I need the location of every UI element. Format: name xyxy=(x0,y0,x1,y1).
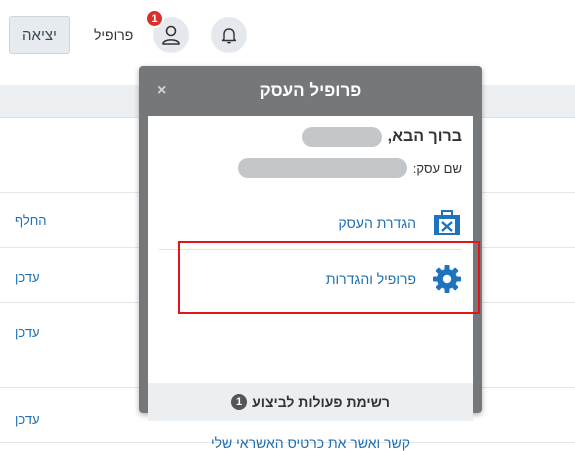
close-icon[interactable]: × xyxy=(157,82,166,100)
menu-item-profile-settings[interactable]: פרופיל והגדרות xyxy=(159,252,462,306)
row-action-link[interactable]: עדכן xyxy=(15,270,40,285)
bell-icon-glyph xyxy=(221,28,237,44)
profile-label[interactable]: פרופיל xyxy=(94,27,133,43)
notification-badge: 1 xyxy=(145,9,164,28)
menu-item-label: פרופיל והגדרות xyxy=(325,271,416,287)
business-profile-popup: פרופיל העסק × ברוך הבא, שם עסק: הגדרת הע… xyxy=(139,66,482,451)
tasks-heading: רשימת פעולות לביצוע 1 xyxy=(148,383,473,421)
menu-item-business-settings[interactable]: הגדרת העסק xyxy=(159,196,462,250)
redacted-user-name xyxy=(301,127,382,147)
business-name-line: שם עסק: xyxy=(237,158,462,178)
row-action-link[interactable]: עדכן xyxy=(15,412,40,427)
user-icon-glyph xyxy=(162,25,180,45)
task-link-credit-card[interactable]: קשר ואשר את כרטיס האשראי שלי xyxy=(148,421,473,451)
redacted-business-name xyxy=(237,158,407,178)
bell-icon[interactable] xyxy=(211,17,247,53)
logout-button[interactable]: יציאה xyxy=(9,16,70,54)
row-action-link[interactable]: עדכן xyxy=(15,325,40,340)
tasks-count-badge: 1 xyxy=(231,394,248,410)
menu-item-label: הגדרת העסק xyxy=(338,214,416,231)
row-action-link[interactable]: החלף xyxy=(15,213,47,228)
greeting-line: ברוך הבא, xyxy=(301,127,462,147)
popup-body: ברוך הבא, שם עסק: הגדרת העסק פרופיל והגד… xyxy=(148,116,473,451)
business-name-label: שם עסק: xyxy=(412,160,462,176)
greeting-text: ברוך הבא, xyxy=(387,128,462,145)
popup-title: פרופיל העסק xyxy=(259,81,362,100)
briefcase-x-glyph xyxy=(434,209,460,235)
gear-icon xyxy=(432,264,462,294)
gear-glyph xyxy=(433,265,461,293)
business-settings-icon xyxy=(432,208,462,238)
tasks-heading-text: רשימת פעולות לביצוע xyxy=(252,394,390,410)
